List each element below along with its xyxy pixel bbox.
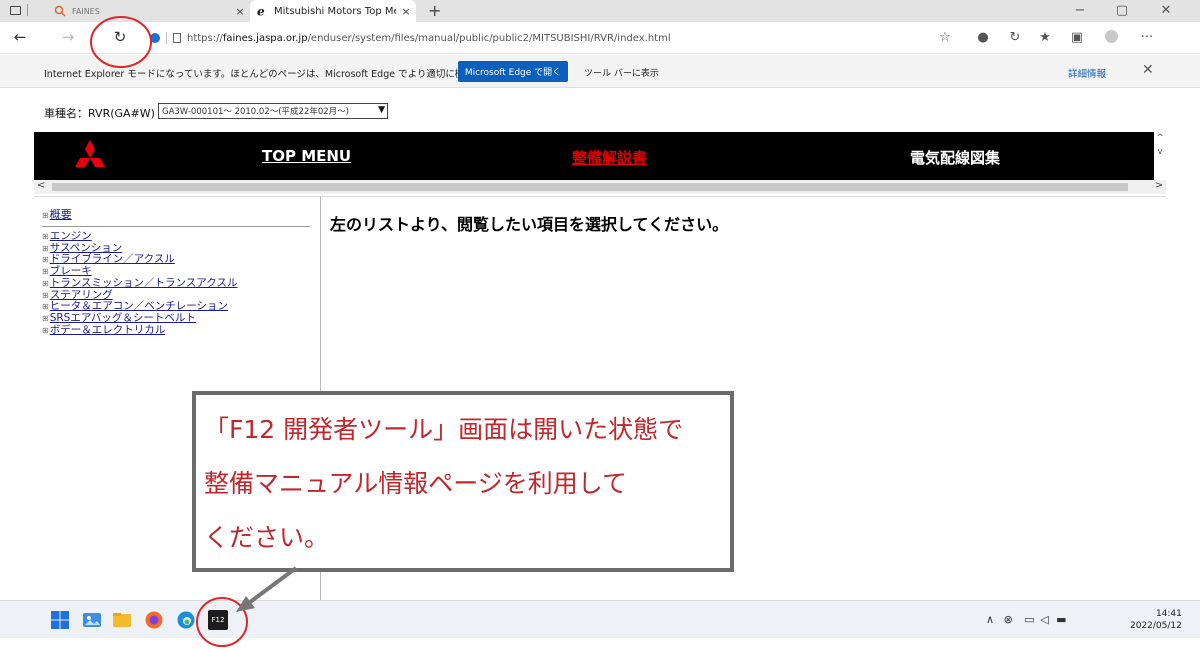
url-path: /enduser/system/files/manual/public/publ…: [307, 32, 671, 44]
network-icon[interactable]: ▭: [1024, 613, 1034, 626]
top-header: TOP MENU 整備解説書 電気配線図集: [34, 132, 1154, 180]
vehicle-select[interactable]: GA3W-000101～ 2010.02～(平成22年02月～) ▼: [158, 103, 388, 119]
address-bar-row: ← → ↻ https:// faines.jaspa.or.jp /endus…: [0, 22, 1200, 54]
status-icon[interactable]: ⊗: [1004, 613, 1013, 626]
vehicle-bar: 車種名：RVR(GA#W) GA3W-000101～ 2010.02～(平成22…: [34, 88, 1200, 132]
clock-date: 2022/05/12: [1130, 621, 1182, 631]
close-window-button[interactable]: ✕: [1146, 3, 1186, 18]
annotation-line: 「F12 開発者ツール」画面は開いた状態で: [204, 415, 684, 444]
extension-icon[interactable]: ●: [974, 30, 992, 45]
divider: [166, 32, 167, 44]
favorites-icon[interactable]: ★: [1036, 30, 1054, 45]
scroll-left-icon[interactable]: <: [34, 180, 48, 191]
expand-icon: ⊞: [42, 290, 49, 300]
clock-time: 14:41: [1155, 609, 1182, 619]
svg-text:e: e: [257, 5, 265, 17]
expand-icon: ⊞: [42, 267, 49, 277]
chevron-down-icon: ▼: [378, 105, 385, 115]
ie-icon: e: [256, 5, 268, 19]
right-margin: [1166, 132, 1200, 600]
f12-devtools-icon[interactable]: F12: [208, 610, 228, 630]
scrollbar-thumb[interactable]: [52, 183, 1128, 191]
nav-item[interactable]: ⊞ボデー＆エレクトリカル: [42, 324, 237, 337]
forward-button[interactable]: →: [56, 28, 80, 46]
expand-icon: ⊞: [42, 278, 49, 288]
chevron-up-icon[interactable]: ^: [1154, 132, 1166, 144]
photos-icon[interactable]: [82, 610, 102, 630]
back-button[interactable]: ←: [8, 28, 32, 46]
taskbar-clock[interactable]: 14:41 2022/05/12: [1130, 608, 1182, 632]
refresh-button[interactable]: ↻: [108, 28, 132, 46]
url-prefix: https://: [187, 32, 223, 44]
scroll-right-icon[interactable]: >: [1152, 180, 1166, 191]
more-info-link[interactable]: 詳細情報: [1068, 66, 1106, 80]
annotation-line: 整備マニュアル情報ページを利用して: [204, 469, 628, 498]
more-menu-icon[interactable]: ···: [1138, 30, 1156, 45]
close-infobar-icon[interactable]: ✕: [1142, 62, 1154, 78]
new-tab-button[interactable]: +: [428, 1, 441, 20]
tab-close-icon[interactable]: ×: [396, 5, 416, 18]
windows-start-icon[interactable]: [50, 610, 70, 630]
file-explorer-icon[interactable]: [112, 610, 132, 630]
tab-actions-icon[interactable]: [10, 5, 21, 15]
chevron-up-icon[interactable]: ∧: [986, 613, 994, 626]
expand-icon: ⊞: [42, 211, 49, 220]
vehicle-label: 車種名：RVR(GA#W): [44, 107, 155, 120]
top-menu-link[interactable]: TOP MENU: [262, 147, 351, 165]
page-icon: [173, 33, 181, 43]
battery-icon[interactable]: ▬: [1056, 613, 1066, 626]
browser-tab-strip: FAINES × e Mitsubishi Motors Top Menu × …: [0, 0, 1200, 22]
ie-mode-icon[interactable]: [150, 33, 160, 43]
url-host: faines.jaspa.or.jp: [222, 32, 308, 44]
expand-icon: ⊞: [42, 243, 49, 253]
tab-close-icon[interactable]: ×: [230, 5, 250, 18]
volume-icon[interactable]: ◁: [1040, 613, 1048, 626]
firefox-icon[interactable]: [144, 610, 164, 630]
vehicle-selected-value: GA3W-000101～ 2010.02～(平成22年02月～): [162, 107, 350, 117]
windows-taskbar: F12 ∧ ⊗ ▭ ◁ ▬ 14:41 2022/05/12: [0, 600, 1200, 638]
nav-list: ⊞エンジン ⊞サスペンション ⊞ドライブライン／アクスル ⊞ブレーキ ⊞トランス…: [42, 230, 237, 337]
expand-icon: ⊞: [42, 232, 49, 241]
tray-area[interactable]: ∧ ⊗ ▭ ◁ ▬: [986, 613, 1067, 626]
refresh-ie-icon[interactable]: ↻: [1006, 30, 1024, 45]
horizontal-scrollbar[interactable]: < >: [34, 180, 1166, 194]
tab-mitsubishi-top-menu[interactable]: e Mitsubishi Motors Top Menu ×: [250, 0, 416, 22]
page-bottom-margin: [0, 638, 1200, 650]
tab-label: Mitsubishi Motors Top Menu: [274, 5, 396, 17]
chevron-down-icon[interactable]: v: [1154, 146, 1166, 158]
wiring-diagram-link[interactable]: 電気配線図集: [910, 147, 1000, 168]
tab-actions: [10, 4, 28, 16]
restore-button[interactable]: ▢: [1102, 3, 1142, 18]
annotation-line: ください。: [204, 523, 330, 552]
ie-mode-message: Internet Explorer モードになっています。ほとんどのページは、M…: [44, 69, 511, 80]
search-icon: [54, 5, 66, 17]
seibi-manual-link[interactable]: 整備解説書: [572, 147, 647, 168]
collections-icon[interactable]: ▣: [1068, 30, 1086, 45]
address-field[interactable]: https:// faines.jaspa.or.jp /enduser/sys…: [150, 27, 920, 49]
add-favorite-icon[interactable]: ☆: [936, 30, 954, 45]
expand-icon: ⊞: [42, 313, 49, 323]
ie-mode-infobar: Internet Explorer モードになっています。ほとんどのページは、M…: [0, 55, 1200, 88]
expand-icon: ⊞: [42, 255, 49, 265]
minimize-button[interactable]: −: [1060, 3, 1100, 18]
tab-label: FAINES: [72, 6, 100, 16]
edge-icon[interactable]: [176, 610, 196, 630]
annotation-callout: 「F12 開発者ツール」画面は開いた状態で 整備マニュアル情報ページを利用して …: [192, 391, 734, 572]
instruction-text: 左のリストより、閲覧したい項目を選択してください。: [330, 215, 729, 234]
annotation-text: 「F12 開発者ツール」画面は開いた状態で 整備マニュアル情報ページを利用して …: [204, 403, 683, 565]
header-scrollbar[interactable]: ^ v: [1154, 132, 1166, 180]
expand-icon: ⊞: [42, 325, 49, 335]
profile-avatar[interactable]: [1102, 30, 1120, 47]
show-in-toolbar-button[interactable]: ツール バーに表示: [584, 66, 659, 79]
mitsubishi-logo: [75, 140, 105, 167]
tab-faines[interactable]: FAINES ×: [54, 0, 250, 22]
expand-icon: ⊞: [42, 302, 49, 312]
divider: [27, 4, 28, 16]
nav-overview-link[interactable]: ⊞概要: [42, 206, 310, 227]
open-in-edge-button[interactable]: Microsoft Edge で開く: [458, 61, 568, 82]
